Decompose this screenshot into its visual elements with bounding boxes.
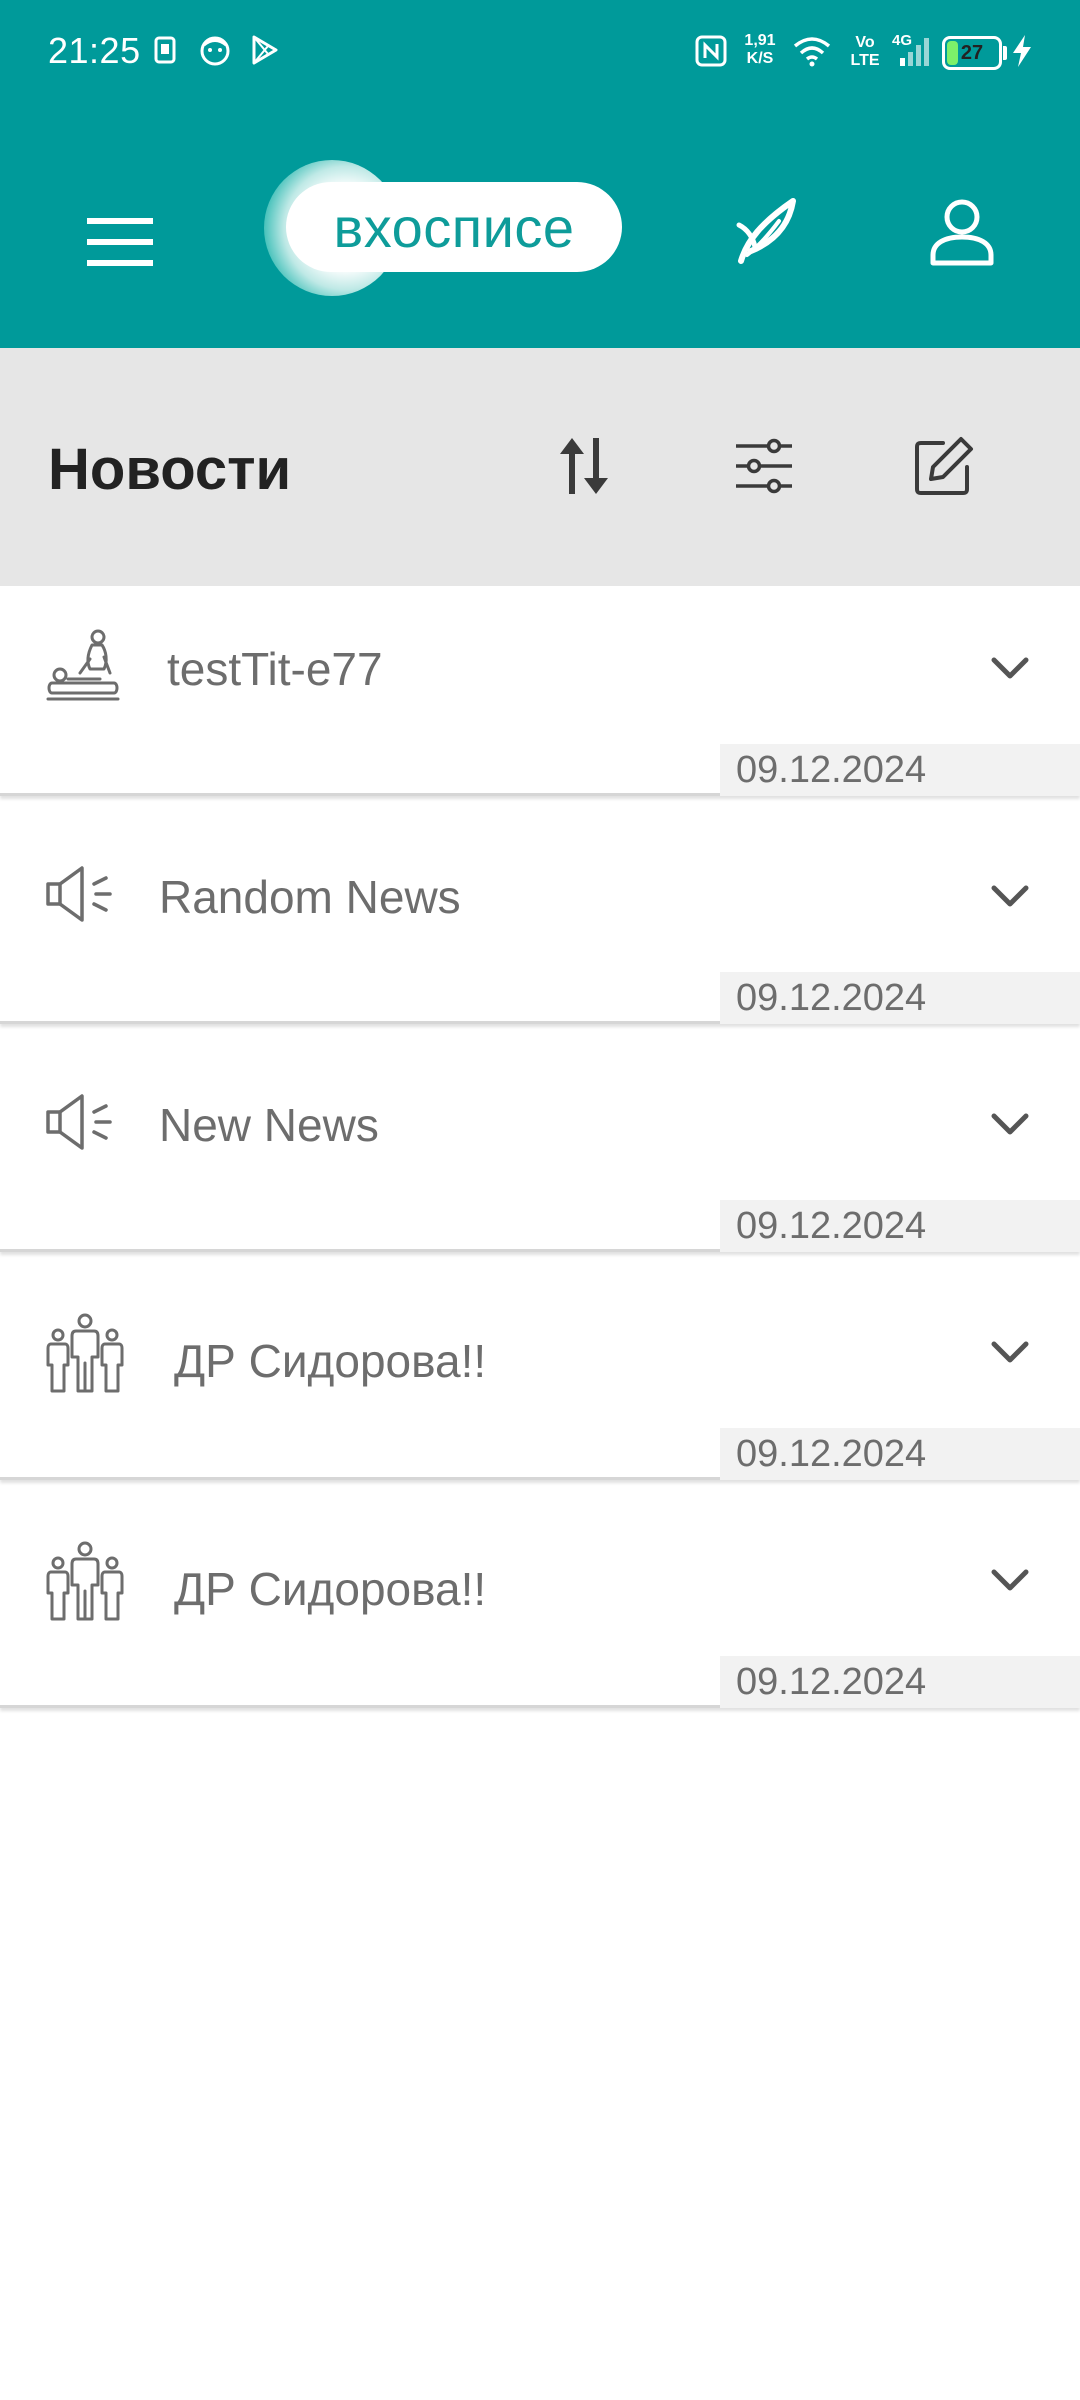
- chevron-down-icon[interactable]: [986, 1328, 1034, 1376]
- status-bar: 21:25 1,91 K/S Vo LTE 4G 27: [0, 0, 1080, 110]
- profile-icon: [929, 197, 995, 272]
- news-title: ДР Сидорова!!: [174, 1335, 487, 1387]
- play-store-icon: [248, 34, 280, 71]
- charging-bolt-icon: [1010, 34, 1034, 73]
- page-title: Новости: [48, 437, 292, 502]
- megaphone-icon: [44, 854, 130, 934]
- volte-top: Vo: [855, 34, 875, 51]
- sim-icon: [152, 34, 178, 71]
- news-title: New News: [159, 1099, 379, 1151]
- filter-button[interactable]: [724, 428, 804, 508]
- profile-button[interactable]: [912, 184, 1012, 284]
- signal-icon: 4G: [892, 30, 932, 75]
- chevron-down-icon[interactable]: [986, 1100, 1034, 1148]
- filter-icon: [734, 436, 794, 501]
- news-date: 09.12.2024: [720, 1656, 1080, 1708]
- massage-icon: [44, 626, 130, 706]
- top-bar: 21:25 1,91 K/S Vo LTE 4G 27 вхосписе: [0, 0, 1080, 348]
- battery-tip: [1003, 46, 1007, 60]
- app-logo[interactable]: вхосписе: [264, 160, 624, 296]
- battery-indicator: 27: [942, 36, 1002, 70]
- status-time: 21:25: [48, 30, 141, 71]
- volte-bottom: LTE: [850, 52, 880, 69]
- sort-button[interactable]: [544, 428, 624, 508]
- net-speed-unit: K/S: [746, 50, 774, 67]
- news-date: 09.12.2024: [720, 744, 1080, 796]
- chevron-down-icon[interactable]: [986, 644, 1034, 692]
- net-speed-value: 1,91: [744, 32, 776, 49]
- group-icon: [44, 1541, 130, 1622]
- megaphone-icon: [44, 1082, 130, 1162]
- news-item[interactable]: testTit-e77 09.12.2024: [0, 586, 1080, 796]
- news-date: 09.12.2024: [720, 972, 1080, 1024]
- news-title: ДР Сидорова!!: [174, 1563, 487, 1615]
- app-bar: вхосписе: [0, 110, 1080, 348]
- wifi-icon: [792, 34, 832, 73]
- volte-indicator: Vo LTE: [846, 34, 884, 70]
- network-type: 4G: [892, 32, 913, 49]
- news-date: 09.12.2024: [720, 1200, 1080, 1252]
- sort-icon: [552, 434, 616, 503]
- news-item[interactable]: New News 09.12.2024: [0, 1042, 1080, 1252]
- menu-icon: [85, 214, 155, 275]
- battery-level: 27: [960, 42, 984, 64]
- edit-button[interactable]: [904, 428, 984, 508]
- group-icon: [44, 1313, 130, 1394]
- quill-button[interactable]: [718, 184, 818, 284]
- menu-button[interactable]: [70, 194, 170, 294]
- chevron-down-icon[interactable]: [986, 1556, 1034, 1604]
- news-item[interactable]: Random News 09.12.2024: [0, 814, 1080, 1024]
- chevron-down-icon[interactable]: [986, 872, 1034, 920]
- news-item[interactable]: ДР Сидорова!! 09.12.2024: [0, 1498, 1080, 1708]
- news-date: 09.12.2024: [720, 1428, 1080, 1480]
- quill-icon: [733, 195, 803, 274]
- logo-text: вхосписе: [286, 182, 622, 272]
- news-title: testTit-e77: [167, 643, 383, 695]
- face-notification-icon: [198, 34, 232, 73]
- news-item[interactable]: ДР Сидорова!! 09.12.2024: [0, 1270, 1080, 1480]
- section-header: Новости: [0, 348, 1080, 586]
- nfc-icon: [694, 34, 728, 73]
- net-speed: 1,91 K/S: [738, 32, 782, 68]
- edit-icon: [913, 435, 975, 502]
- news-title: Random News: [159, 871, 461, 923]
